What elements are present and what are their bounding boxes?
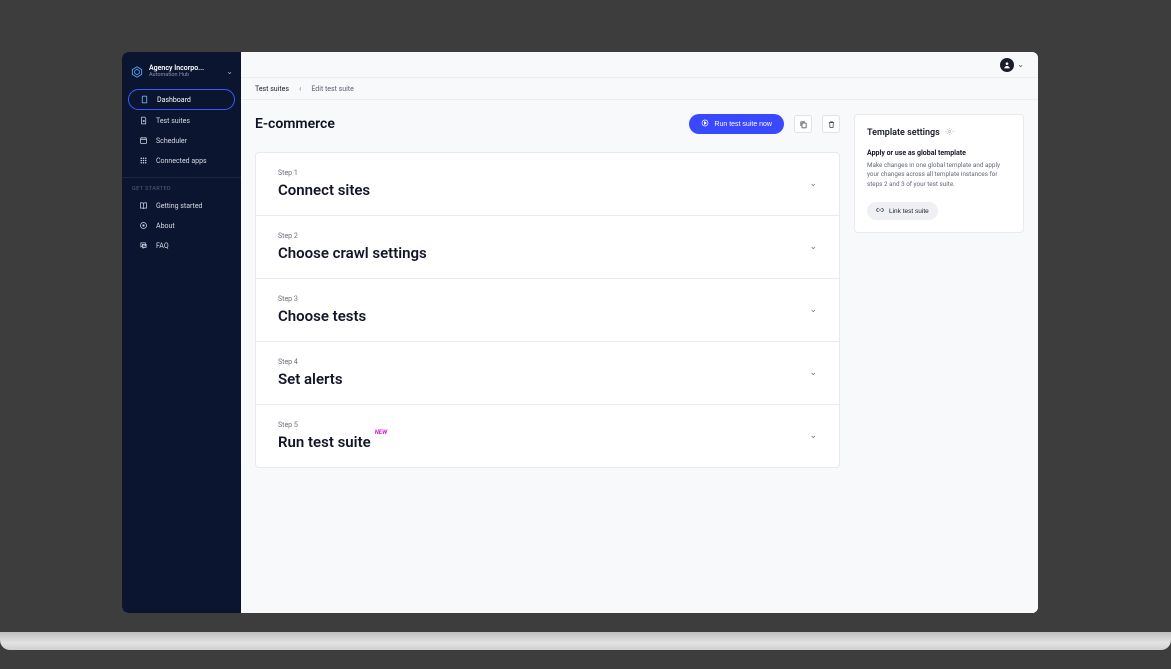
duplicate-button[interactable] (794, 115, 812, 133)
sidebar-item-test-suites[interactable]: Test suites (128, 111, 235, 130)
sidebar-item-scheduler[interactable]: Scheduler (128, 131, 235, 150)
info-icon (138, 221, 148, 230)
step-1[interactable]: Step 1 Connect sites ⌄ (256, 153, 839, 216)
gear-icon[interactable] (945, 127, 954, 139)
link-test-suite-button[interactable]: Link test suite (867, 202, 938, 220)
org-name: Agency Incorpo... (149, 64, 221, 72)
step-title: Choose crawl settings (278, 244, 809, 262)
breadcrumb-back-icon[interactable]: ‹ (299, 84, 301, 93)
step-title: Set alerts (278, 370, 809, 388)
step-label: Step 3 (278, 295, 809, 303)
panel-subtitle: Apply or use as global template (867, 149, 1011, 157)
step-label: Step 5 (278, 421, 809, 429)
link-button-label: Link test suite (889, 208, 929, 215)
panel-title: Template settings (867, 128, 940, 138)
delete-button[interactable] (822, 115, 840, 133)
chevron-down-icon: ⌄ (809, 305, 817, 315)
sidebar-section-label: GET STARTED (122, 177, 241, 195)
step-3[interactable]: Step 3 Choose tests ⌄ (256, 279, 839, 342)
sidebar-item-about[interactable]: About (128, 216, 235, 235)
step-label: Step 4 (278, 358, 809, 366)
breadcrumb: Test suites ‹ Edit test suite (241, 78, 1038, 100)
org-logo-icon (130, 64, 144, 78)
link-icon (876, 206, 884, 216)
org-sub: Automation Hub (149, 72, 221, 78)
book-icon (138, 201, 148, 210)
new-badge: NEW (375, 429, 387, 436)
sidebar-item-faq[interactable]: FAQ (128, 236, 235, 255)
breadcrumb-root[interactable]: Test suites (255, 85, 289, 93)
step-title: Connect sites (278, 181, 809, 199)
sidebar-item-label: Connected apps (156, 157, 207, 165)
step-title: Choose tests (278, 307, 809, 325)
run-button-label: Run test suite now (714, 121, 772, 128)
chevron-down-icon: ⌄ (809, 179, 817, 189)
template-settings-panel: Template settings Apply or use as global… (854, 114, 1024, 233)
chevron-down-icon: ⌄ (226, 67, 233, 76)
topbar: ⌄ (241, 52, 1038, 78)
step-5[interactable]: Step 5 Run test suite NEW ⌄ (256, 405, 839, 467)
sidebar-item-label: Dashboard (157, 96, 191, 104)
chat-icon (138, 241, 148, 250)
chevron-down-icon: ⌄ (1017, 60, 1024, 69)
sidebar-item-label: Getting started (156, 202, 203, 210)
breadcrumb-current: Edit test suite (311, 85, 353, 93)
main-area: ⌄ Test suites ‹ Edit test suite E-commer… (241, 52, 1038, 613)
sidebar-item-label: About (156, 222, 175, 230)
step-label: Step 1 (278, 169, 809, 177)
sidebar-item-getting-started[interactable]: Getting started (128, 196, 235, 215)
chevron-down-icon: ⌄ (809, 368, 817, 378)
steps-accordion: Step 1 Connect sites ⌄ Step 2 Choose cra… (255, 152, 840, 468)
apps-grid-icon (138, 156, 148, 165)
step-2[interactable]: Step 2 Choose crawl settings ⌄ (256, 216, 839, 279)
file-icon (138, 116, 148, 125)
sidebar: Agency Incorpo... Automation Hub ⌄ Dashb… (122, 52, 241, 613)
panel-body: Make changes in one global template and … (867, 161, 1011, 189)
sidebar-item-label: Scheduler (156, 137, 187, 145)
calendar-icon (138, 136, 148, 145)
chevron-down-icon: ⌄ (809, 431, 817, 441)
step-title: Run test suite (278, 433, 371, 451)
page-title: E-commerce (255, 116, 679, 132)
sidebar-item-connected-apps[interactable]: Connected apps (128, 151, 235, 170)
user-menu[interactable]: ⌄ (1000, 58, 1024, 72)
step-4[interactable]: Step 4 Set alerts ⌄ (256, 342, 839, 405)
sidebar-item-label: Test suites (156, 117, 190, 125)
sidebar-item-label: FAQ (156, 242, 169, 250)
dashboard-icon (139, 95, 149, 104)
play-icon (701, 119, 709, 129)
chevron-down-icon: ⌄ (809, 242, 817, 252)
run-test-suite-button[interactable]: Run test suite now (689, 114, 784, 134)
user-avatar-icon (1000, 58, 1014, 72)
org-switcher[interactable]: Agency Incorpo... Automation Hub ⌄ (122, 58, 241, 88)
sidebar-item-dashboard[interactable]: Dashboard (128, 89, 235, 110)
step-label: Step 2 (278, 232, 809, 240)
